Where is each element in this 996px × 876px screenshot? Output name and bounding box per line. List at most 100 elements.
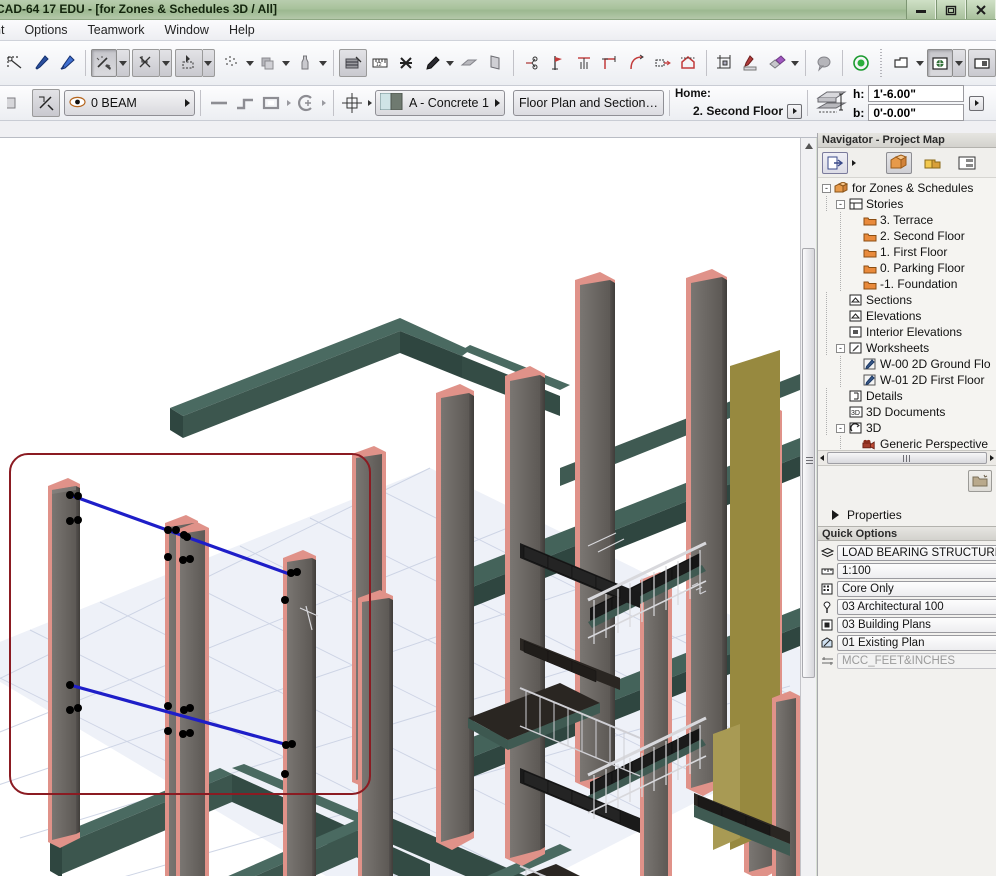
magic-wand-icon[interactable] xyxy=(91,49,118,77)
tree-item-1-foundation[interactable]: -1. Foundation xyxy=(818,276,996,292)
anchor-point-icon[interactable] xyxy=(339,89,365,117)
magic-wand-dropdown[interactable] xyxy=(117,49,130,77)
tree-item-3-terrace[interactable]: 3. Terrace xyxy=(818,212,996,228)
tree-item-sections[interactable]: Sections xyxy=(818,292,996,308)
layer-combo-arrow[interactable] xyxy=(185,99,190,107)
tree-item-0-parking-floor[interactable]: 0. Parking Floor xyxy=(818,260,996,276)
vscroll-up-arrow[interactable] xyxy=(805,143,813,149)
quick-option-value-3[interactable]: 03 Architectural 100 xyxy=(837,599,996,615)
corner-icon[interactable] xyxy=(597,49,623,77)
bottle-dropdown[interactable] xyxy=(318,49,329,77)
pen-tag-icon[interactable] xyxy=(419,49,445,77)
home-shape-icon[interactable] xyxy=(675,49,701,77)
gray-slab-icon[interactable] xyxy=(456,49,482,77)
base-input[interactable]: 0'-0.00" xyxy=(868,104,965,121)
intersect-icon[interactable] xyxy=(393,49,419,77)
trim-icon[interactable] xyxy=(519,49,545,77)
home-story-button[interactable] xyxy=(787,103,803,119)
tree-item-w-01-2d-first-floor[interactable]: W-01 2D First Floor xyxy=(818,372,996,388)
material-combo[interactable]: A - Concrete 1 xyxy=(375,90,505,116)
properties-row[interactable]: Properties xyxy=(818,506,902,524)
grid-icon[interactable] xyxy=(712,49,738,77)
tree-item-2-second-floor[interactable]: 2. Second Floor xyxy=(818,228,996,244)
ruler-icon[interactable]: 12 xyxy=(367,49,393,77)
tree-expander[interactable]: - xyxy=(822,183,831,193)
arrow-select-icon[interactable] xyxy=(131,49,160,77)
expand-triangle-icon[interactable] xyxy=(832,510,839,520)
tree-item-details[interactable]: Details xyxy=(818,388,996,404)
quick-option-value-1[interactable]: 1:100 xyxy=(837,563,996,579)
window-frame-dropdown[interactable] xyxy=(914,49,925,77)
rect-icon[interactable] xyxy=(258,89,284,117)
publish-dropdown-arrow[interactable] xyxy=(852,159,856,166)
solid-cubes-icon[interactable] xyxy=(255,49,281,77)
quick-option-value-5[interactable]: 01 Existing Plan xyxy=(837,635,996,651)
green-globe-icon[interactable] xyxy=(848,49,874,77)
tree-expander[interactable]: - xyxy=(836,423,845,433)
3d-model-viewport[interactable] xyxy=(0,138,800,876)
layer-settings-icon[interactable] xyxy=(32,89,60,117)
nav-scroll-right[interactable] xyxy=(990,455,994,461)
rectangle-select-icon[interactable] xyxy=(174,49,203,77)
arrow-select-dropdown[interactable] xyxy=(159,49,173,77)
minimize-button[interactable] xyxy=(906,0,936,19)
dotted-cloud-icon[interactable] xyxy=(218,49,244,77)
cube-purple-icon[interactable] xyxy=(764,49,790,77)
flag-icon[interactable] xyxy=(545,49,571,77)
tree-item-for-zones-schedules[interactable]: - for Zones & Schedules xyxy=(818,180,996,196)
panel-box-icon[interactable] xyxy=(967,49,996,77)
layout-book-icon[interactable] xyxy=(954,152,980,174)
viewport-vscrollbar[interactable] xyxy=(800,138,816,876)
height-input[interactable]: 1'-6.00" xyxy=(868,85,965,102)
tree-item-w-00-2d-ground-flo[interactable]: W-00 2D Ground Flo xyxy=(818,356,996,372)
menu-teamwork[interactable]: Teamwork xyxy=(78,21,155,39)
view-mode-button[interactable]: Floor Plan and Section… xyxy=(513,90,664,116)
dotted-cloud-dropdown[interactable] xyxy=(244,49,255,77)
quick-option-value-0[interactable]: LOAD BEARING STRUCTURE xyxy=(837,545,996,561)
toolbar-grip[interactable] xyxy=(880,49,883,77)
material-combo-arrow[interactable] xyxy=(495,99,500,107)
project-map-icon[interactable] xyxy=(886,151,912,174)
element-tool-icon[interactable] xyxy=(2,89,28,117)
nav-scroll-left[interactable] xyxy=(820,455,824,461)
globe-box-icon[interactable] xyxy=(927,49,954,77)
project-tree[interactable]: - for Zones & Schedules - Stories 3. Terrace… xyxy=(818,178,996,450)
tree-item-3d[interactable]: - 3D xyxy=(818,420,996,436)
view-map-icon[interactable] xyxy=(920,152,946,174)
tree-item-1-first-floor[interactable]: 1. First Floor xyxy=(818,244,996,260)
layer-combo[interactable]: 0 BEAM xyxy=(64,90,195,116)
nav-hscroll-thumb[interactable] xyxy=(827,452,987,464)
window-frame-icon[interactable] xyxy=(888,49,914,77)
bottle-icon[interactable] xyxy=(292,49,318,77)
arc-dropdown[interactable] xyxy=(319,89,328,117)
tree-item-3d-documents[interactable]: 3D 3D Documents xyxy=(818,404,996,420)
globe-box-dropdown[interactable] xyxy=(953,49,966,77)
arc-icon[interactable] xyxy=(293,89,319,117)
line-icon[interactable] xyxy=(206,89,232,117)
render-icon[interactable] xyxy=(339,49,368,77)
align-icon[interactable] xyxy=(571,49,597,77)
publish-icon[interactable] xyxy=(822,151,848,174)
quick-option-value-2[interactable]: Core Only xyxy=(837,581,996,597)
rectangle-select-dropdown[interactable] xyxy=(202,49,215,77)
step-icon[interactable] xyxy=(232,89,258,117)
quick-option-value-4[interactable]: 03 Building Plans xyxy=(837,617,996,633)
pen-tag-dropdown[interactable] xyxy=(445,49,456,77)
marquee-icon[interactable] xyxy=(2,49,28,77)
eyedropper-icon[interactable] xyxy=(28,49,54,77)
navigator-hscrollbar[interactable] xyxy=(818,450,996,466)
stretch-icon[interactable] xyxy=(649,49,675,77)
restore-button[interactable] xyxy=(936,0,966,19)
vscroll-thumb[interactable] xyxy=(802,248,815,678)
menu-document[interactable]: nt xyxy=(0,21,14,39)
new-folder-icon[interactable] xyxy=(968,470,992,492)
tree-item-worksheets[interactable]: - Worksheets xyxy=(818,340,996,356)
settings-expand-button[interactable] xyxy=(969,95,985,111)
quick-option-value-6[interactable]: MCC_FEET&INCHES xyxy=(837,653,996,669)
tree-expander[interactable]: - xyxy=(836,199,845,209)
tree-item-interior-elevations[interactable]: Interior Elevations xyxy=(818,324,996,340)
close-button[interactable] xyxy=(966,0,996,19)
tree-item-stories[interactable]: - Stories xyxy=(818,196,996,212)
curve-icon[interactable] xyxy=(623,49,649,77)
menu-options[interactable]: Options xyxy=(14,21,77,39)
